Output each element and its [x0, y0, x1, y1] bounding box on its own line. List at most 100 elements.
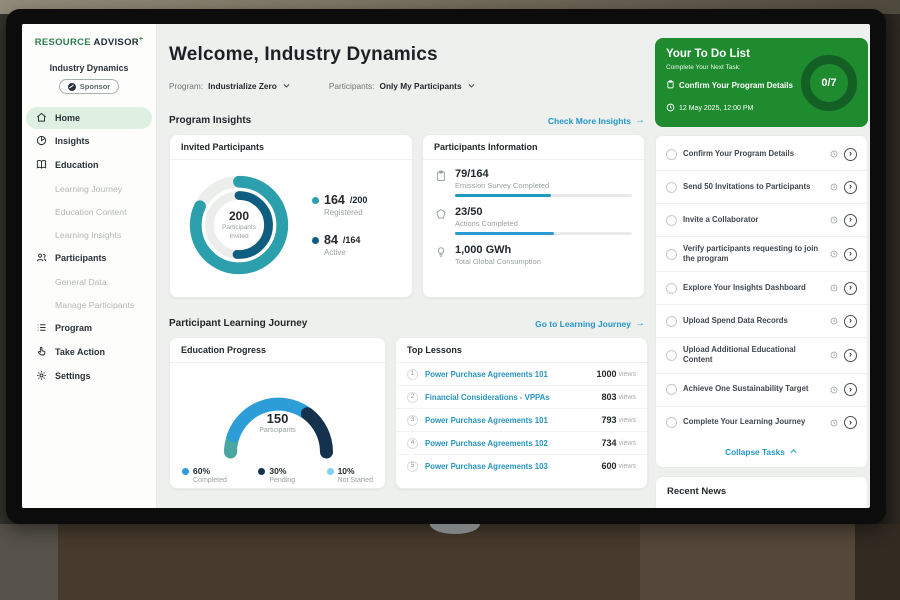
lesson-title-link[interactable]: Power Purchase Agreements 101 — [425, 370, 596, 379]
sidebar-item-label: Learning Journey — [55, 184, 122, 194]
lesson-views: 1000 — [596, 369, 616, 379]
lesson-rank: 3 — [407, 415, 418, 426]
sidebar-nav: Home Insights Education Learning Journey… — [22, 107, 156, 388]
task-label: Explore Your Insights Dashboard — [683, 283, 824, 293]
legend-item-not-started: 10% Not Started — [327, 466, 373, 484]
progress-track — [455, 232, 632, 235]
legend-dot — [327, 468, 334, 475]
progress-fill — [455, 194, 551, 197]
task-chevron-button[interactable]: › — [844, 181, 857, 194]
stat-emission-survey: 79/164 Emission Survey Completed — [435, 168, 632, 197]
task-row: Achieve One Sustainability Target › — [656, 373, 867, 406]
legend-dot — [312, 237, 319, 244]
task-label: Invite a Collaborator — [683, 215, 824, 225]
task-checkbox[interactable] — [666, 350, 677, 361]
logo-plus: + — [139, 36, 143, 43]
task-chevron-button[interactable]: › — [844, 349, 857, 362]
collapse-label: Collapse Tasks — [725, 447, 785, 457]
stat-label: Emission Survey Completed — [455, 181, 632, 190]
stat-label: Total Global Consumption — [455, 257, 632, 266]
sidebar-item-program[interactable]: Program — [22, 316, 156, 340]
sidebar-item-learning-insights[interactable]: Learning Insights — [22, 223, 156, 246]
stat-actions-completed: 23/50 Actions Completed — [435, 206, 632, 235]
lesson-rank: 4 — [407, 438, 418, 449]
sidebar-item-insights[interactable]: Insights — [22, 129, 156, 153]
clock-icon — [666, 99, 675, 117]
sidebar-item-manage-participants[interactable]: Manage Participants — [22, 293, 156, 316]
task-chevron-button[interactable]: › — [844, 282, 857, 295]
invited-participants-card: Invited Participants 200 — [169, 134, 413, 298]
desk-right-patch — [640, 524, 855, 600]
lesson-views: 734 — [601, 438, 616, 448]
go-to-learning-journey-link[interactable]: Go to Learning Journey → — [535, 318, 645, 329]
task-label: Complete Your Learning Journey — [683, 417, 824, 427]
sidebar-item-settings[interactable]: Settings — [22, 364, 156, 388]
task-chevron-button[interactable]: › — [844, 383, 857, 396]
lesson-views-suffix: views — [618, 394, 636, 401]
sidebar-item-label: Education Content — [55, 207, 126, 217]
task-checkbox[interactable] — [666, 249, 677, 260]
sidebar-item-home[interactable]: Home — [26, 107, 152, 129]
sidebar-item-label: Home — [55, 113, 80, 123]
lesson-title-link[interactable]: Power Purchase Agreements 101 — [425, 416, 601, 425]
task-checkbox[interactable] — [666, 283, 677, 294]
card-title: Top Lessons — [396, 338, 647, 363]
task-row: Send 50 Invitations to Participants › — [656, 170, 867, 203]
clipboard-icon — [666, 76, 675, 94]
program-dropdown-value: Industrialize Zero — [208, 81, 277, 91]
check-more-insights-link[interactable]: Check More Insights → — [548, 115, 645, 126]
participants-dropdown[interactable]: Participants: Only My Participants — [329, 77, 476, 95]
lesson-title-link[interactable]: Financial Considerations - VPPAs — [425, 393, 601, 402]
sidebar-item-participants[interactable]: Participants — [22, 246, 156, 270]
task-checkbox[interactable] — [666, 417, 677, 428]
task-row: Upload Additional Educational Content › — [656, 337, 867, 372]
dashboard-screen: RESOURCE ADVISOR+ Industry Dynamics Spon… — [22, 24, 870, 508]
task-checkbox[interactable] — [666, 316, 677, 327]
lesson-rank: 1 — [407, 369, 418, 380]
chevron-down-icon — [467, 77, 476, 95]
stat-value: 79/164 — [455, 168, 632, 180]
lesson-views-suffix: views — [618, 440, 636, 447]
sidebar: RESOURCE ADVISOR+ Industry Dynamics Spon… — [22, 24, 157, 508]
sidebar-item-education[interactable]: Education — [22, 153, 156, 177]
lesson-row: 5 Power Purchase Agreements 103 600 view… — [396, 455, 647, 477]
sidebar-item-take-action[interactable]: Take Action — [22, 340, 156, 364]
task-chevron-button[interactable]: › — [844, 248, 857, 261]
task-chevron-button[interactable]: › — [844, 148, 857, 161]
section-title: Program Insights — [169, 115, 251, 126]
task-chevron-button[interactable]: › — [844, 214, 857, 227]
legend-total: /200 — [350, 195, 368, 205]
lesson-title-link[interactable]: Power Purchase Agreements 102 — [425, 439, 601, 448]
sidebar-item-label: Manage Participants — [55, 300, 134, 310]
task-checkbox[interactable] — [666, 384, 677, 395]
gear-icon — [36, 370, 47, 383]
donut-center-label: Participants Invited — [213, 224, 265, 241]
lesson-row: 4 Power Purchase Agreements 102 734 view… — [396, 432, 647, 455]
collapse-tasks-link[interactable]: Collapse Tasks — [656, 439, 867, 462]
sidebar-item-label: Participants — [55, 253, 107, 263]
sidebar-item-label: Settings — [55, 371, 91, 381]
sidebar-item-learning-journey[interactable]: Learning Journey — [22, 177, 156, 200]
legend-item-completed: 60% Completed — [182, 466, 227, 484]
arrow-right-icon: → — [635, 115, 645, 126]
sponsor-label: Sponsor — [80, 82, 110, 91]
book-icon — [36, 159, 47, 172]
desk-left-patch — [0, 524, 58, 600]
sidebar-item-general-data[interactable]: General Data — [22, 270, 156, 293]
task-chevron-button[interactable]: › — [844, 416, 857, 429]
task-checkbox[interactable] — [666, 149, 677, 160]
lesson-views-suffix: views — [618, 463, 636, 470]
sidebar-item-education-content[interactable]: Education Content — [22, 200, 156, 223]
legend-dot — [182, 468, 189, 475]
task-checkbox[interactable] — [666, 215, 677, 226]
program-dropdown[interactable]: Program: Industrialize Zero — [169, 77, 291, 95]
legend-value: 30% — [269, 466, 286, 476]
task-row: Upload Spend Data Records › — [656, 304, 867, 337]
lesson-title-link[interactable]: Power Purchase Agreements 103 — [425, 462, 601, 471]
task-chevron-button[interactable]: › — [844, 315, 857, 328]
filter-bar: Program: Industrialize Zero Participants… — [169, 77, 655, 95]
sponsor-icon — [68, 83, 76, 91]
task-checkbox[interactable] — [666, 182, 677, 193]
sidebar-item-label: Take Action — [55, 347, 105, 357]
monitor-bezel: RESOURCE ADVISOR+ Industry Dynamics Spon… — [6, 9, 886, 524]
